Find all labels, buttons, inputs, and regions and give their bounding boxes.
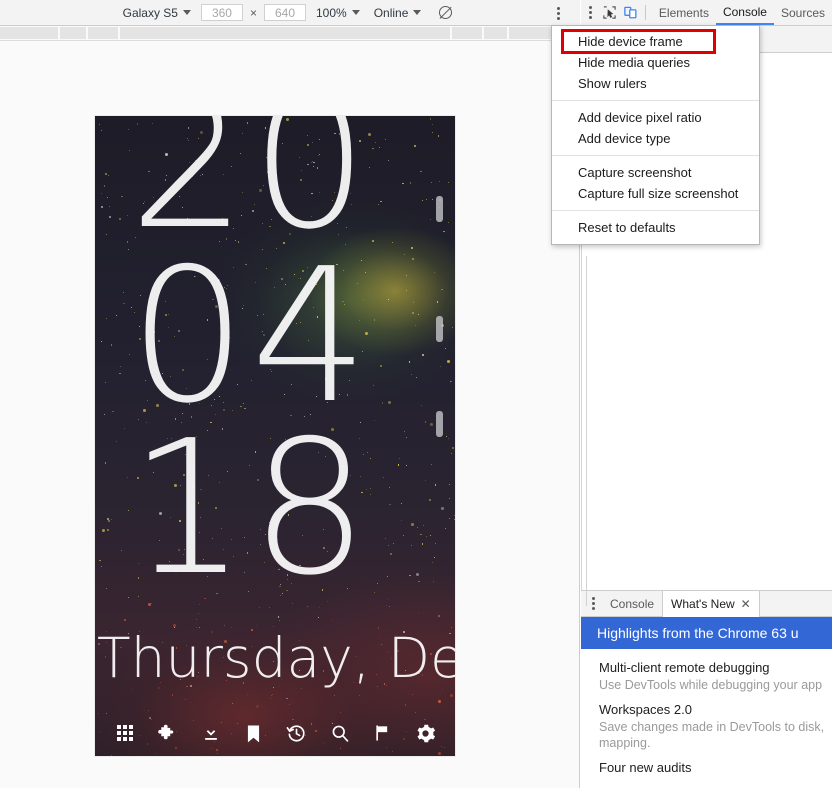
whats-new-title: Workspaces 2.0 (599, 702, 692, 717)
edge-tick-mark (436, 411, 443, 437)
inspect-element-icon[interactable] (601, 2, 619, 24)
media-query-bar[interactable] (0, 26, 579, 40)
download-icon[interactable] (199, 721, 223, 745)
history-icon[interactable] (285, 721, 309, 745)
app-drawer-grid-icon[interactable] (113, 721, 137, 745)
menu-divider (552, 210, 759, 211)
devtools-kebab-menu-icon[interactable] (583, 0, 598, 26)
media-query-segment[interactable] (88, 27, 118, 39)
drawer-tab-label: Console (610, 596, 655, 611)
devtools-window: Galaxy S5 360 × 640 100% Online 20 04 18… (0, 0, 832, 788)
network-throttle-selector[interactable]: Online (367, 3, 429, 23)
device-emulation-area: Galaxy S5 360 × 640 100% Online 20 04 18… (0, 0, 580, 788)
chevron-down-icon (351, 10, 360, 15)
search-icon[interactable] (328, 721, 352, 745)
menu-item-capture-full-size-screenshot[interactable]: Capture full size screenshot (552, 183, 759, 204)
menu-divider (552, 155, 759, 156)
devtools-drawer: Console What's New ✕ Highlights from the… (581, 590, 832, 788)
close-icon[interactable]: ✕ (741, 598, 751, 610)
menu-item-capture-screenshot[interactable]: Capture screenshot (552, 162, 759, 183)
tab-console[interactable]: Console (715, 0, 774, 25)
menu-item-add-device-pixel-ratio[interactable]: Add device pixel ratio (552, 107, 759, 128)
edge-tick-mark (436, 316, 443, 342)
device-selector[interactable]: Galaxy S5 (116, 3, 198, 23)
settings-gear-icon[interactable] (414, 721, 438, 745)
chevron-down-icon (413, 10, 422, 15)
list-item[interactable]: Four new audits (599, 759, 832, 777)
flag-icon[interactable] (371, 721, 395, 745)
dimension-separator: × (249, 5, 257, 20)
drawer-tab-whats-new[interactable]: What's New ✕ (662, 590, 760, 617)
puzzle-extensions-icon[interactable] (156, 721, 180, 745)
stage-ruler-line (586, 256, 587, 606)
phone-dock (95, 716, 455, 750)
whats-new-list: Multi-client remote debugging Use DevToo… (581, 649, 832, 788)
drawer-tab-label: What's New (671, 596, 735, 611)
emulated-phone-screen[interactable]: 20 04 18 Thursday, De (95, 116, 455, 756)
viewport-height-input[interactable]: 640 (263, 4, 306, 21)
clock-date-label: Thursday, De (97, 626, 455, 690)
whats-new-title: Four new audits (599, 760, 692, 775)
whats-new-desc: Use DevTools while debugging your app (599, 678, 823, 692)
toolbar-divider (645, 5, 646, 20)
tab-sources[interactable]: Sources (774, 0, 832, 25)
media-query-segment[interactable] (452, 27, 482, 39)
device-toolbar-dropdown-menu[interactable]: Hide device frame Hide media queries Sho… (551, 25, 760, 245)
list-item[interactable]: Multi-client remote debugging Use DevToo… (599, 659, 832, 693)
viewport-width-input[interactable]: 360 (200, 4, 243, 21)
list-item[interactable]: Workspaces 2.0 Save changes made in DevT… (599, 701, 832, 751)
no-throttling-icon[interactable] (438, 5, 454, 21)
network-throttle-label: Online (373, 5, 409, 20)
whats-new-title: Multi-client remote debugging (599, 660, 770, 675)
bookmark-icon[interactable] (242, 721, 266, 745)
menu-item-add-device-type[interactable]: Add device type (552, 128, 759, 149)
viewport-dimensions: 360 × 640 (198, 4, 309, 21)
drawer-tabstrip: Console What's New ✕ (581, 590, 832, 617)
edge-tick-mark (436, 196, 443, 222)
zoom-selector-label: 100% (315, 5, 347, 20)
chevron-down-icon (182, 10, 191, 15)
device-toolbar-kebab-menu-icon[interactable] (550, 4, 566, 22)
media-query-segment[interactable] (60, 27, 86, 39)
toggle-device-toolbar-icon[interactable] (621, 2, 639, 24)
media-query-segment[interactable] (0, 27, 58, 39)
device-selector-label: Galaxy S5 (122, 5, 178, 20)
media-query-segment[interactable] (120, 27, 450, 39)
menu-item-hide-media-queries[interactable]: Hide media queries (552, 52, 759, 73)
menu-item-hide-device-frame[interactable]: Hide device frame (552, 31, 759, 52)
drawer-tab-console[interactable]: Console (602, 591, 662, 616)
media-query-segment[interactable] (484, 27, 507, 39)
whats-new-banner: Highlights from the Chrome 63 u (581, 617, 832, 649)
devtools-tabstrip: Elements Console Sources (581, 0, 832, 26)
zoom-selector[interactable]: 100% (309, 3, 367, 23)
device-toolbar: Galaxy S5 360 × 640 100% Online (0, 0, 580, 26)
menu-item-reset-to-defaults[interactable]: Reset to defaults (552, 217, 759, 238)
menu-item-show-rulers[interactable]: Show rulers (552, 73, 759, 94)
whats-new-desc: Save changes made in DevTools to disk, m… (599, 720, 825, 750)
tab-elements[interactable]: Elements (652, 0, 716, 25)
menu-divider (552, 100, 759, 101)
device-stage: 20 04 18 Thursday, De (0, 40, 579, 788)
